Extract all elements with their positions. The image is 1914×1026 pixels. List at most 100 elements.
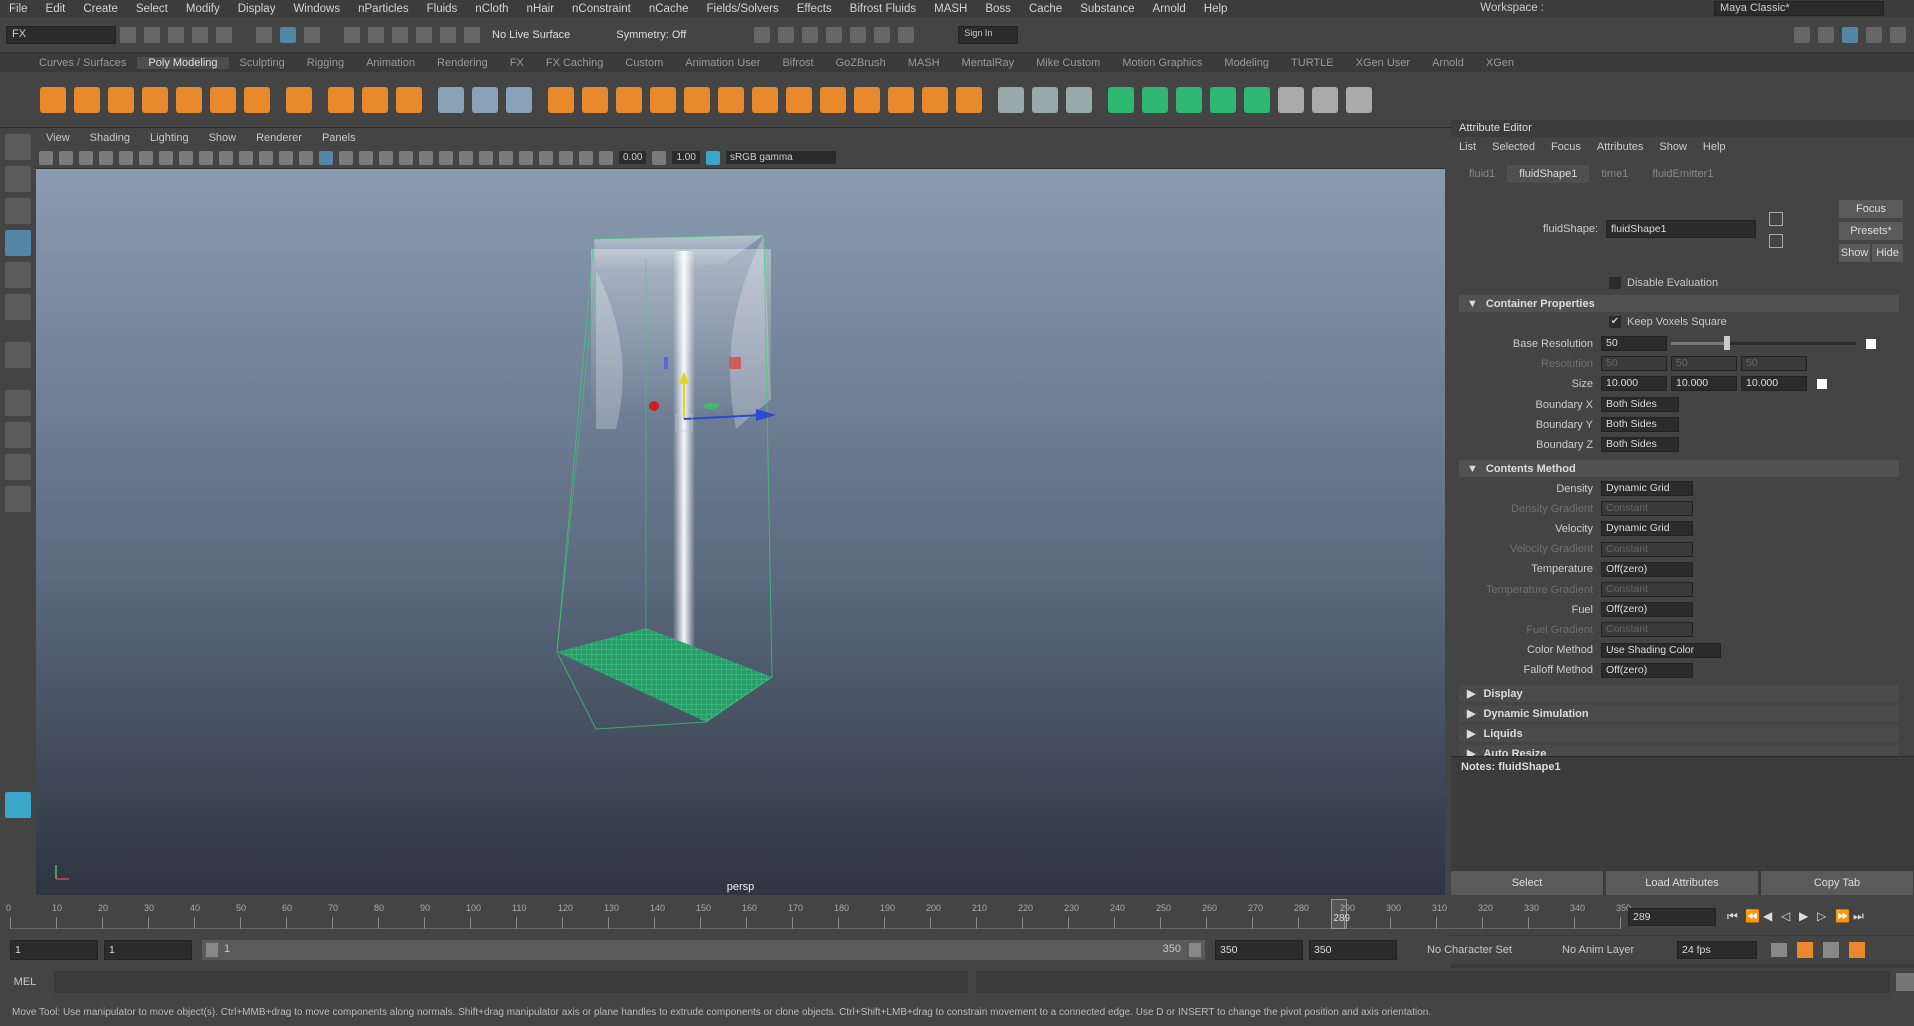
gamma-field[interactable]: 1.00: [672, 151, 700, 164]
textured-icon[interactable]: [379, 150, 393, 165]
menu-modify[interactable]: Modify: [177, 3, 229, 15]
unfold-uv-icon[interactable]: [1312, 86, 1338, 113]
planar-map-icon[interactable]: [1142, 86, 1168, 113]
offset-edge-loop-icon[interactable]: [1066, 86, 1092, 113]
snap-point-icon[interactable]: [392, 26, 408, 43]
single-perspective-layout-icon[interactable]: [5, 342, 31, 368]
step-back-frame-icon[interactable]: ◀: [1763, 909, 1781, 924]
select-component-icon[interactable]: [304, 26, 320, 43]
smooth-icon[interactable]: [506, 86, 532, 113]
map-button-icon[interactable]: [1817, 378, 1827, 389]
tool-settings-icon[interactable]: [1866, 26, 1882, 43]
playback-end-field[interactable]: 350: [1215, 940, 1303, 960]
focus-button[interactable]: Focus: [1839, 200, 1903, 218]
preferences-icon[interactable]: [1823, 942, 1839, 958]
command-input[interactable]: [53, 971, 968, 993]
menu-boss[interactable]: Boss: [976, 3, 1020, 15]
ae-menu-attributes[interactable]: Attributes: [1589, 141, 1651, 153]
isolate-select-icon[interactable]: [519, 150, 533, 165]
channel-box-icon[interactable]: [1890, 26, 1906, 43]
collapsed-section[interactable]: ▶ Liquids: [1459, 725, 1899, 742]
viewport-menu-lighting[interactable]: Lighting: [140, 132, 199, 144]
grid-toggle-icon[interactable]: [159, 150, 173, 165]
anti-aliasing-icon[interactable]: [479, 150, 493, 165]
modeling-toolkit-icon[interactable]: [1794, 26, 1810, 43]
sign-in-button[interactable]: Sign In: [958, 25, 1019, 44]
copy-tab-button[interactable]: Copy Tab: [1761, 871, 1913, 895]
super-shape-icon[interactable]: [328, 86, 354, 113]
ipr-render-icon[interactable]: [802, 26, 819, 43]
node-name-field[interactable]: fluidShape1: [1606, 220, 1756, 238]
anim-layer-select[interactable]: No Anim Layer: [1562, 944, 1667, 956]
viewport-menu-shading[interactable]: Shading: [80, 132, 140, 144]
use-all-lights-icon[interactable]: [399, 150, 413, 165]
delete-history-icon[interactable]: [1346, 86, 1372, 113]
menu-help[interactable]: Help: [1195, 3, 1237, 15]
menu-ncache[interactable]: nCache: [640, 3, 698, 15]
command-language-toggle[interactable]: MEL: [0, 976, 50, 988]
live-surface-label[interactable]: No Live Surface: [484, 29, 578, 41]
shelf-tab-custom[interactable]: Custom: [614, 57, 674, 69]
shelf-tab-fx-caching[interactable]: FX Caching: [535, 57, 614, 69]
pause-icon[interactable]: [898, 26, 915, 43]
automatic-map-icon[interactable]: [1244, 86, 1270, 113]
2d-pan-zoom-icon[interactable]: [119, 150, 133, 165]
shelf-tab-rendering[interactable]: Rendering: [426, 57, 499, 69]
fps-select[interactable]: 24 fps: [1677, 941, 1757, 959]
image-plane-icon[interactable]: [99, 150, 113, 165]
combine-icon[interactable]: [438, 86, 464, 113]
scale-tool-icon[interactable]: [5, 294, 31, 320]
shelf-tab-mike-custom[interactable]: Mike Custom: [1025, 57, 1111, 69]
menu-file[interactable]: File: [0, 3, 37, 15]
step-forward-key-icon[interactable]: ⏩: [1835, 909, 1853, 924]
select-object-icon[interactable]: [280, 26, 296, 43]
animation-end-field[interactable]: 350: [1309, 940, 1397, 960]
contents-select[interactable]: Dynamic Grid: [1601, 521, 1693, 537]
input-connection-icon[interactable]: [1769, 212, 1783, 226]
menu-ncloth[interactable]: nCloth: [466, 3, 517, 15]
animation-start-field[interactable]: 1: [10, 940, 98, 960]
shelf-tab-xgen-user[interactable]: XGen User: [1345, 57, 1421, 69]
shelf-tab-mash[interactable]: MASH: [897, 57, 951, 69]
menu-fields-solvers[interactable]: Fields/Solvers: [697, 3, 787, 15]
screen-space-ao-icon[interactable]: [439, 150, 453, 165]
viewport-panel[interactable]: View Shading Lighting Show Renderer Panels 0.…: [36, 128, 1445, 895]
character-set-select[interactable]: No Character Set: [1427, 944, 1542, 956]
menu-nconstraint[interactable]: nConstraint: [563, 3, 640, 15]
xray-components-icon[interactable]: [579, 150, 593, 165]
depth-of-field-icon[interactable]: [499, 150, 513, 165]
manipulator-x-handle[interactable]: [649, 401, 659, 411]
ae-menu-help[interactable]: Help: [1695, 141, 1734, 153]
menu-display[interactable]: Display: [229, 3, 285, 15]
playback-start-field[interactable]: 1: [104, 940, 192, 960]
range-end-handle[interactable]: [1189, 943, 1201, 957]
near-clip-field[interactable]: 0.00: [619, 151, 647, 164]
four-view-layout-icon[interactable]: [5, 422, 31, 448]
base-resolution-slider[interactable]: [1671, 336, 1856, 350]
time-slider[interactable]: 0 10 20 30 40 50 60 70 80 90 100 110 120 130 140 150 160…: [0, 895, 1914, 935]
rotate-tool-icon[interactable]: [5, 262, 31, 288]
ae-menu-selected[interactable]: Selected: [1484, 141, 1543, 153]
append-icon[interactable]: [718, 86, 744, 113]
xray-icon[interactable]: [539, 150, 553, 165]
camera-attributes-icon[interactable]: [59, 150, 73, 165]
spherical-map-icon[interactable]: [1210, 86, 1236, 113]
arnold-render-icon[interactable]: [874, 26, 891, 43]
xray-joints-icon[interactable]: [559, 150, 573, 165]
menu-nparticles[interactable]: nParticles: [349, 3, 418, 15]
ae-menu-focus[interactable]: Focus: [1543, 141, 1589, 153]
viewport-canvas[interactable]: persp: [36, 169, 1445, 895]
shelf-tab-arnold[interactable]: Arnold: [1421, 57, 1475, 69]
ae-tab-fluidshape1[interactable]: fluidShape1: [1507, 165, 1590, 183]
contents-select[interactable]: Off(zero): [1601, 602, 1693, 618]
menu-create[interactable]: Create: [74, 3, 127, 15]
render-view-icon[interactable]: [754, 26, 771, 43]
extract-icon[interactable]: [582, 86, 608, 113]
menu-substance[interactable]: Substance: [1071, 3, 1143, 15]
shelf-tab-mentalray[interactable]: MentalRay: [951, 57, 1026, 69]
safe-action-icon[interactable]: [259, 150, 273, 165]
shelf-tab-fx[interactable]: FX: [499, 57, 535, 69]
ae-menu-list[interactable]: List: [1451, 141, 1484, 153]
shelf-tab-gozbrush[interactable]: GoZBrush: [825, 57, 897, 69]
container-properties-section[interactable]: ▼ Container Properties: [1459, 295, 1899, 312]
